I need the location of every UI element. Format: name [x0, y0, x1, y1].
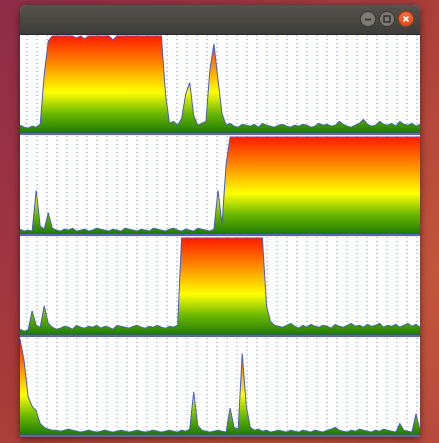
minimize-button[interactable]	[360, 11, 376, 27]
load-graph-2	[20, 136, 420, 236]
graph-panel-1	[20, 35, 420, 135]
load-graph-1	[20, 35, 420, 135]
load-area	[20, 238, 420, 335]
load-outline	[20, 338, 420, 433]
load-area	[20, 339, 420, 435]
graph-panel-4	[20, 338, 420, 437]
load-graph-3	[20, 237, 420, 337]
window-titlebar[interactable]	[20, 5, 420, 35]
close-icon	[402, 15, 410, 23]
app-window	[20, 5, 420, 437]
minimize-icon	[365, 18, 371, 21]
load-graph-4	[20, 338, 420, 437]
graph-panel-2	[20, 136, 420, 236]
maximize-button[interactable]	[379, 11, 395, 27]
graph-panel-3	[20, 237, 420, 337]
load-area	[20, 137, 420, 234]
close-button[interactable]	[398, 11, 414, 27]
load-area	[20, 36, 420, 133]
monitor-panels	[20, 35, 420, 437]
maximize-icon	[383, 15, 391, 23]
